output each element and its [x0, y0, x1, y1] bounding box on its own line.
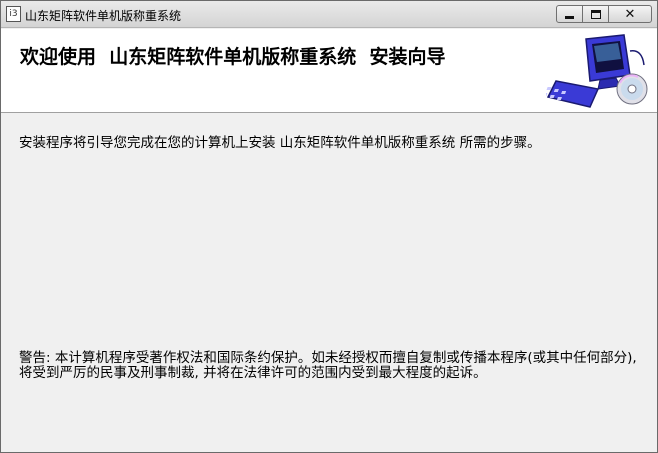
window-title: 山东矩阵软件单机版称重系统 [25, 9, 182, 23]
installer-window: i3 山东矩阵软件单机版称重系统 ✕ 欢迎使用 山东矩阵软件单机版称重系统 安装… [0, 0, 658, 453]
wizard-header: 欢迎使用 山东矩阵软件单机版称重系统 安装向导 [1, 29, 657, 113]
copyright-warning: 警告: 本计算机程序受著作权法和国际条约保护。如未经授权而擅自复制或传播本程序(… [19, 350, 637, 381]
close-button[interactable]: ✕ [608, 5, 652, 23]
minimize-button[interactable] [556, 5, 583, 23]
wizard-content: 安装程序将引导您完成在您的计算机上安装 山东矩阵软件单机版称重系统 所需的步骤。… [1, 114, 657, 452]
title-bar[interactable]: i3 山东矩阵软件单机版称重系统 ✕ [1, 1, 657, 28]
wizard-title: 欢迎使用 山东矩阵软件单机版称重系统 安装向导 [20, 46, 446, 68]
close-icon: ✕ [624, 6, 636, 22]
intro-text: 安装程序将引导您完成在您的计算机上安装 山东矩阵软件单机版称重系统 所需的步骤。 [19, 135, 541, 151]
caption-buttons: ✕ [556, 5, 652, 23]
maximize-icon [590, 9, 601, 19]
app-icon[interactable]: i3 [6, 6, 21, 22]
minimize-icon [565, 16, 574, 19]
maximize-button[interactable] [582, 5, 609, 23]
computer-with-cd-icon [546, 34, 648, 108]
